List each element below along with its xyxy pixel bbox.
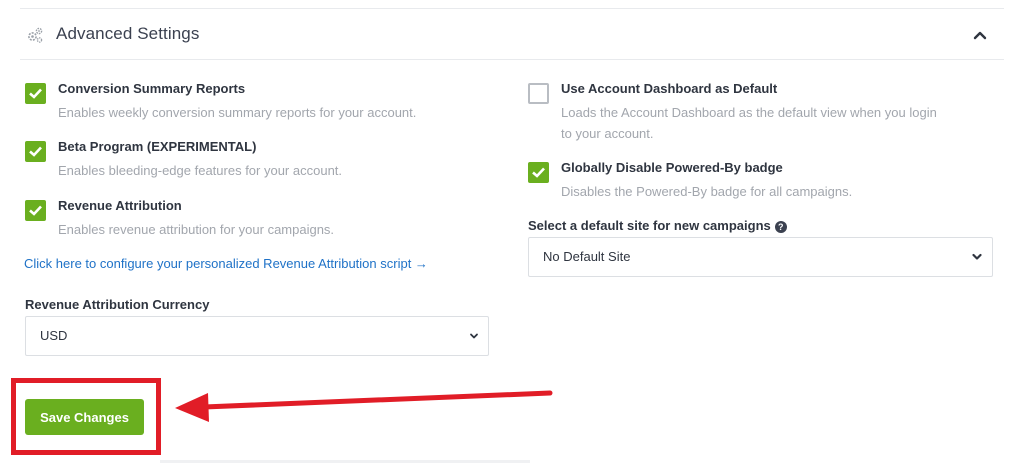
powered-by-checkbox[interactable]	[528, 162, 549, 183]
option-label: Beta Program (EXPERIMENTAL)	[58, 139, 257, 154]
option-description: Enables revenue attribution for your cam…	[58, 222, 335, 237]
chevron-down-icon	[972, 253, 982, 260]
advanced-settings-header[interactable]: Advanced Settings	[20, 10, 1004, 60]
help-icon[interactable]: ?	[774, 221, 787, 233]
check-icon	[29, 88, 42, 99]
check-icon	[29, 146, 42, 157]
highlight-annotation-box	[11, 378, 161, 455]
default-site-value: No Default Site	[543, 249, 631, 264]
currency-label: Revenue Attribution Currency	[25, 297, 210, 312]
option-label: Globally Disable Powered-By badge	[561, 160, 783, 175]
option-description: Enables bleeding-edge features for your …	[58, 163, 343, 178]
chevron-down-icon	[470, 333, 478, 339]
option-description: Disables the Powered-By badge for all ca…	[561, 184, 853, 199]
check-icon	[532, 167, 545, 178]
arrow-annotation-icon	[175, 390, 553, 422]
section-title: Advanced Settings	[56, 24, 200, 43]
account-dashboard-checkbox[interactable]	[528, 83, 549, 104]
currency-select[interactable]: USD	[25, 316, 489, 356]
default-site-label-text: Select a default site for new campaigns	[528, 218, 771, 233]
bottom-divider	[160, 460, 530, 463]
conversion-summary-checkbox[interactable]	[25, 83, 46, 104]
gears-icon	[28, 27, 43, 43]
option-label: Conversion Summary Reports	[58, 81, 246, 96]
chevron-up-icon[interactable]	[972, 27, 988, 43]
revenue-attribution-checkbox[interactable]	[25, 200, 46, 221]
top-divider	[20, 8, 1004, 9]
check-icon	[29, 205, 42, 216]
option-description: Loads the Account Dashboard as the defau…	[561, 105, 937, 141]
beta-program-checkbox[interactable]	[25, 141, 46, 162]
option-label: Use Account Dashboard as Default	[561, 81, 778, 96]
default-site-select[interactable]: No Default Site	[528, 237, 993, 277]
revenue-attribution-script-link[interactable]: Click here to configure your personalize…	[24, 256, 428, 271]
option-description: Enables weekly conversion summary report…	[58, 105, 417, 120]
option-label: Revenue Attribution	[58, 198, 182, 213]
currency-value: USD	[40, 328, 68, 343]
default-site-label: Select a default site for new campaigns?	[528, 218, 787, 233]
